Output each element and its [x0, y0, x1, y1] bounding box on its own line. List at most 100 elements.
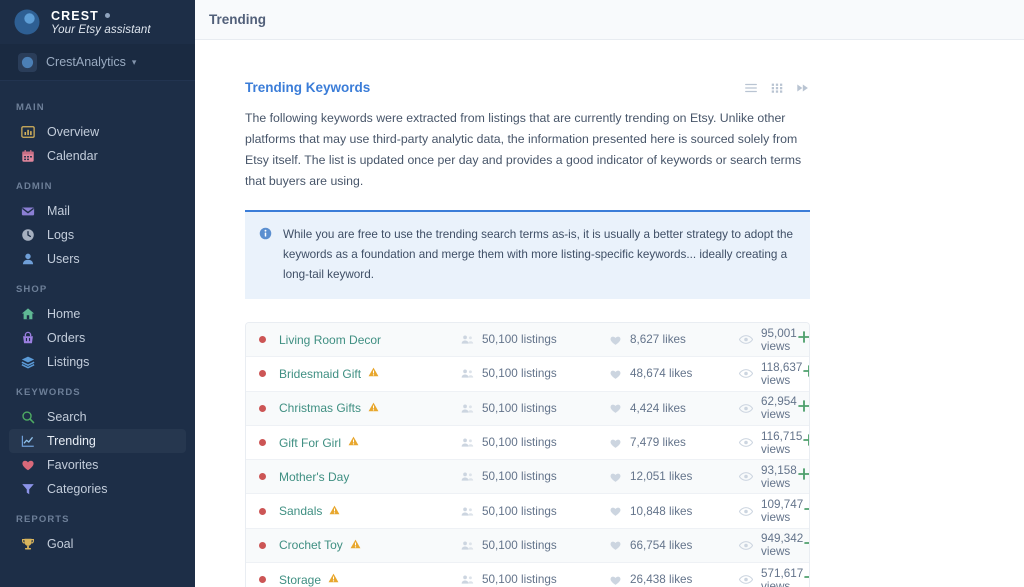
sidebar-item-categories[interactable]: Categories: [9, 477, 186, 501]
sidebar-item-label: Search: [47, 410, 87, 424]
plus-icon: [803, 536, 809, 555]
sidebar-item-label: Logs: [47, 228, 75, 242]
add-keyword-button[interactable]: [803, 536, 809, 555]
sidebar-item-users[interactable]: Users: [9, 247, 186, 271]
table-row[interactable]: Living Room Decor 50,100 listings 8,627 …: [246, 323, 809, 358]
listings-metric: 50,100 listings: [461, 505, 609, 518]
table-row[interactable]: Mother's Day 50,100 listings 12,051 like…: [246, 460, 809, 495]
heart-icon: [20, 457, 36, 473]
keyword-label[interactable]: Christmas Gifts: [279, 401, 361, 415]
content-area: Trending Keywords The following keywords…: [195, 40, 1024, 587]
add-keyword-button[interactable]: [802, 364, 809, 383]
row-keyword-cell: Living Room Decor: [279, 333, 461, 347]
sidebar-item-label: Calendar: [47, 149, 98, 163]
brand-text: CREST Your Etsy assistant: [51, 9, 151, 36]
views-value: 109,747 views: [761, 498, 804, 525]
sidebar-item-overview[interactable]: Overview: [9, 120, 186, 144]
likes-value: 4,424 likes: [630, 401, 686, 415]
row-status-dot-cell: [246, 439, 279, 447]
house-icon: [20, 306, 36, 322]
keyword-label[interactable]: Living Room Decor: [279, 333, 381, 347]
listings-metric: 50,100 listings: [461, 436, 609, 449]
sidebar-item-label: Overview: [47, 125, 100, 139]
grid-view-icon[interactable]: [770, 81, 784, 95]
views-value: 95,001 views: [761, 326, 797, 353]
sidebar-item-listings[interactable]: Listings: [9, 350, 186, 374]
keyword-label[interactable]: Storage: [279, 573, 321, 587]
listings-value: 50,100 listings: [482, 538, 557, 552]
views-metric: 109,747 views: [739, 498, 803, 524]
warning-triangle-icon: [348, 436, 359, 449]
sidebar-item-mail[interactable]: Mail: [9, 199, 186, 223]
add-keyword-button[interactable]: [802, 433, 809, 452]
likes-metric: 48,674 likes: [609, 367, 739, 380]
add-keyword-button[interactable]: [803, 502, 809, 521]
nav-section-keywords: KEYWORDS: [16, 387, 81, 398]
sidebar-item-label: Favorites: [47, 458, 99, 472]
sidebar-item-home[interactable]: Home: [9, 302, 186, 326]
add-keyword-button[interactable]: [797, 399, 809, 418]
panel-description: The following keywords were extracted fr…: [245, 111, 802, 188]
row-keyword-cell: Mother's Day: [279, 470, 461, 484]
sidebar-item-label: Listings: [47, 355, 90, 369]
workspace-selector[interactable]: CrestAnalytics ▾: [0, 44, 195, 81]
keyword-label[interactable]: Gift For Girl: [279, 436, 341, 450]
sidebar-item-logs[interactable]: Logs: [9, 223, 186, 247]
warning-triangle-icon: [368, 367, 379, 380]
heart-icon: [609, 574, 622, 586]
eye-icon: [739, 540, 753, 551]
sidebar-item-goal[interactable]: Goal: [9, 532, 186, 556]
brand-tagline: Your Etsy assistant: [51, 23, 151, 36]
eye-icon: [739, 368, 753, 379]
add-keyword-button[interactable]: [797, 330, 809, 349]
views-metric: 116,715 views: [739, 430, 802, 456]
listings-metric: 50,100 listings: [461, 402, 609, 415]
keyword-label[interactable]: Bridesmaid Gift: [279, 367, 361, 381]
table-row[interactable]: Sandals 50,100 listings 10,848 likes 109…: [246, 494, 809, 529]
table-row[interactable]: Christmas Gifts 50,100 listings 4,424 li…: [246, 391, 809, 426]
heart-icon: [609, 402, 622, 414]
sidebar-item-calendar[interactable]: Calendar: [9, 144, 186, 168]
likes-value: 66,754 likes: [630, 538, 693, 552]
keyword-label[interactable]: Sandals: [279, 504, 322, 518]
likes-value: 26,438 likes: [630, 573, 693, 587]
trend-chart-icon: [20, 433, 36, 449]
views-value: 571,617 views: [761, 566, 804, 587]
fast-forward-icon[interactable]: [796, 81, 810, 95]
sidebar-item-trending[interactable]: Trending: [9, 429, 186, 453]
page-title: Trending: [209, 12, 266, 27]
sidebar-item-search[interactable]: Search: [9, 405, 186, 429]
table-row[interactable]: Bridesmaid Gift 50,100 listings 48,674 l…: [246, 357, 809, 392]
nav-section-shop: SHOP: [16, 284, 48, 295]
table-row[interactable]: Gift For Girl 50,100 listings 7,479 like…: [246, 425, 809, 461]
listings-value: 50,100 listings: [482, 436, 557, 450]
keyword-label[interactable]: Mother's Day: [279, 470, 349, 484]
sidebar-item-label: Orders: [47, 331, 86, 345]
sidebar-item-favorites[interactable]: Favorites: [9, 453, 186, 477]
heart-icon: [609, 334, 622, 346]
keyword-label[interactable]: Crochet Toy: [279, 538, 343, 552]
sidebar-item-orders[interactable]: Orders: [9, 326, 186, 350]
list-view-icon[interactable]: [744, 81, 758, 95]
row-keyword-cell: Bridesmaid Gift: [279, 367, 461, 381]
info-notice: While you are free to use the trending s…: [245, 210, 810, 299]
views-metric: 62,954 views: [739, 395, 797, 421]
sidebar-nav: MAIN Overview Calendar ADMIN Mail Logs U…: [0, 81, 195, 556]
status-dot: [259, 473, 266, 481]
info-icon: [259, 227, 272, 245]
people-icon: [461, 506, 474, 517]
sidebar-item-label: Mail: [47, 204, 70, 218]
add-keyword-button[interactable]: [803, 570, 809, 587]
nav-section-main: MAIN: [16, 102, 45, 113]
table-row[interactable]: Storage 50,100 listings 26,438 likes 571…: [246, 563, 809, 587]
likes-metric: 12,051 likes: [609, 470, 739, 483]
add-keyword-button[interactable]: [797, 467, 809, 486]
row-status-dot-cell: [246, 541, 279, 549]
table-row[interactable]: Crochet Toy 50,100 listings 66,754 likes…: [246, 528, 809, 564]
brand-header[interactable]: CREST Your Etsy assistant: [0, 0, 195, 44]
likes-value: 12,051 likes: [630, 470, 693, 484]
views-value: 93,158 views: [761, 463, 797, 490]
heart-icon: [609, 368, 622, 380]
row-status-dot-cell: [246, 507, 279, 515]
listings-metric: 50,100 listings: [461, 470, 609, 483]
